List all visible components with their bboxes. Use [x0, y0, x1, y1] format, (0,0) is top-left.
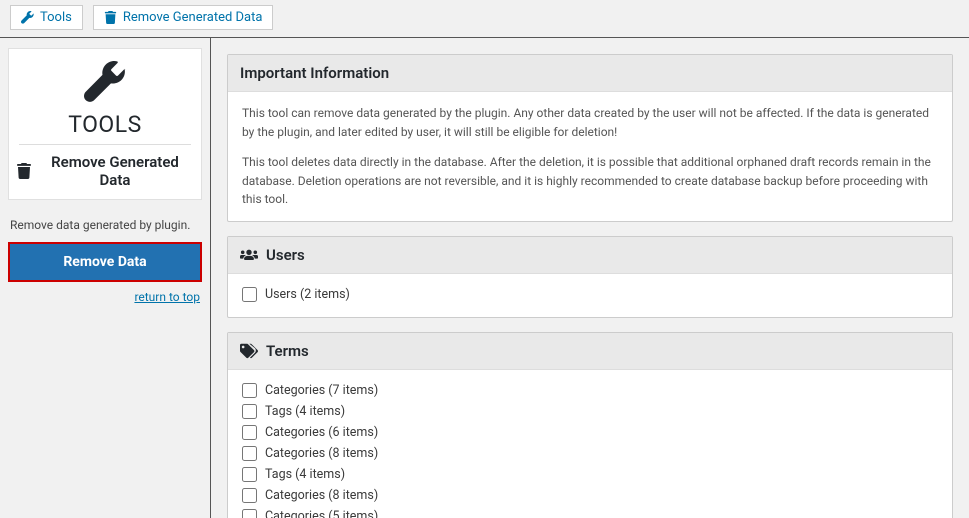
terms-check-row[interactable]: Tags (4 items)	[242, 401, 938, 422]
terms-checklist: Categories (7 items) Tags (4 items) Catego…	[228, 370, 952, 518]
users-icon	[240, 246, 258, 264]
tools-hero-icon	[84, 61, 126, 103]
users-panel-title: Users	[266, 246, 305, 264]
terms-checkbox-5[interactable]	[242, 488, 257, 503]
terms-item-label-3: Categories (8 items)	[265, 446, 378, 461]
content-area: Important Information This tool can remo…	[211, 38, 969, 518]
terms-item-label-6: Categories (5 items)	[265, 509, 378, 518]
terms-checkbox-4[interactable]	[242, 467, 257, 482]
trash-icon	[104, 11, 117, 24]
sidebar-subtitle-text: Remove Generated Data	[37, 153, 193, 189]
sidebar-subtitle: Remove Generated Data	[9, 145, 201, 189]
sidebar: TOOLS Remove Generated Data Remove data …	[0, 38, 211, 518]
sidebar-title: TOOLS	[9, 107, 201, 144]
terms-panel: Terms Categories (7 items) Tags (4 items)…	[227, 332, 953, 518]
terms-checkbox-6[interactable]	[242, 509, 257, 518]
terms-item-label-5: Categories (8 items)	[265, 488, 378, 503]
terms-item-label-0: Categories (7 items)	[265, 383, 378, 398]
wrench-icon	[21, 11, 34, 24]
users-item-label-0: Users (2 items)	[265, 287, 350, 302]
breadcrumb-remove-label: Remove Generated Data	[123, 10, 263, 25]
terms-check-row[interactable]: Categories (6 items)	[242, 422, 938, 443]
breadcrumb-tools-label: Tools	[40, 10, 72, 25]
remove-data-button[interactable]: Remove Data	[8, 242, 202, 282]
important-info-body: This tool can remove data generated by t…	[228, 92, 952, 221]
terms-check-row[interactable]: Categories (7 items)	[242, 380, 938, 401]
users-check-row[interactable]: Users (2 items)	[242, 284, 938, 305]
trash-icon	[17, 163, 31, 179]
main-layout: TOOLS Remove Generated Data Remove data …	[0, 38, 969, 518]
terms-checkbox-1[interactable]	[242, 404, 257, 419]
breadcrumb-remove[interactable]: Remove Generated Data	[93, 5, 274, 30]
breadcrumb-tools[interactable]: Tools	[10, 5, 83, 30]
sidebar-icon-wrap	[9, 49, 201, 107]
users-panel: Users Users (2 items)	[227, 236, 953, 318]
terms-check-row[interactable]: Tags (4 items)	[242, 464, 938, 485]
breadcrumb-bar: Tools Remove Generated Data	[0, 0, 969, 38]
terms-panel-heading: Terms	[228, 333, 952, 370]
terms-panel-title: Terms	[266, 342, 309, 360]
sidebar-description: Remove data generated by plugin.	[8, 200, 202, 242]
users-panel-heading: Users	[228, 237, 952, 274]
terms-item-label-1: Tags (4 items)	[265, 404, 345, 419]
terms-item-label-4: Tags (4 items)	[265, 467, 345, 482]
terms-checkbox-2[interactable]	[242, 425, 257, 440]
return-to-top-link[interactable]: return to top	[8, 282, 202, 312]
important-info-panel: Important Information This tool can remo…	[227, 54, 953, 222]
terms-check-row[interactable]: Categories (8 items)	[242, 485, 938, 506]
important-info-heading: Important Information	[228, 55, 952, 92]
terms-item-label-2: Categories (6 items)	[265, 425, 378, 440]
terms-checkbox-3[interactable]	[242, 446, 257, 461]
terms-check-row[interactable]: Categories (8 items)	[242, 443, 938, 464]
terms-checkbox-0[interactable]	[242, 383, 257, 398]
info-paragraph-1: This tool can remove data generated by t…	[242, 104, 938, 141]
terms-check-row[interactable]: Categories (5 items)	[242, 506, 938, 518]
info-paragraph-2: This tool deletes data directly in the d…	[242, 153, 938, 209]
users-checklist: Users (2 items)	[228, 274, 952, 317]
tags-icon	[240, 342, 258, 360]
users-checkbox-0[interactable]	[242, 287, 257, 302]
page-root: Tools Remove Generated Data TOOLS Remove…	[0, 0, 969, 518]
sidebar-card: TOOLS Remove Generated Data	[8, 48, 202, 200]
